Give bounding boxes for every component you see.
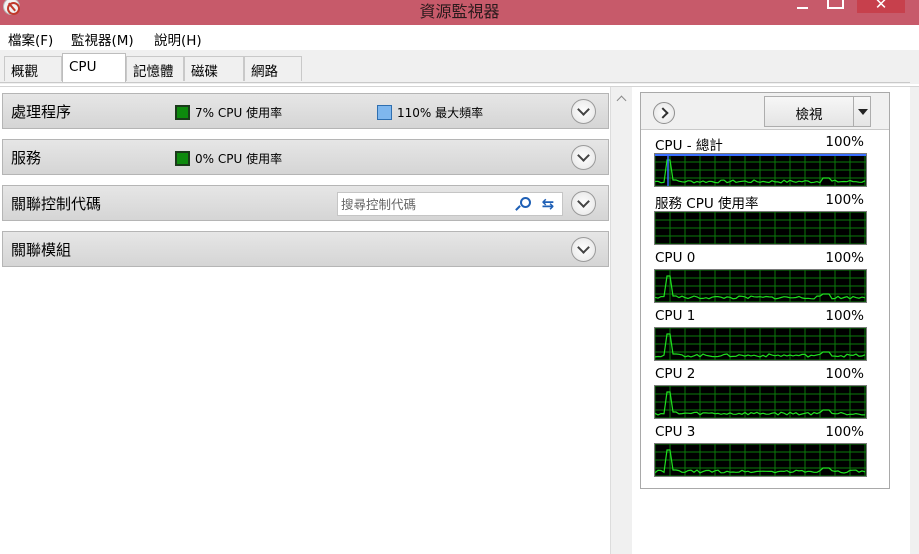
window-title: 資源監視器 — [419, 2, 500, 21]
collapse-graphs-button[interactable] — [653, 102, 675, 124]
menu-file[interactable]: 檔案(F) — [8, 29, 53, 49]
details-scrollbar[interactable] — [610, 87, 632, 554]
cpu-usage-graph — [654, 385, 867, 419]
title-bar: 資源監視器 ✕ — [0, 0, 919, 25]
graph-percent: 100% — [825, 366, 864, 382]
tab-memory[interactable]: 記憶體 — [126, 56, 184, 81]
expand-processes-button[interactable] — [571, 99, 596, 124]
cpu-usage-swatch — [175, 151, 190, 166]
graph-label: CPU 2 — [655, 366, 696, 382]
section-handles[interactable]: 關聯控制代碼 ⇆ — [2, 185, 609, 221]
menu-monitor[interactable]: 監視器(M) — [71, 29, 134, 49]
expand-services-button[interactable] — [571, 145, 596, 170]
section-title: 關聯控制代碼 — [11, 195, 102, 213]
handle-search-input[interactable] — [338, 193, 508, 215]
graph-percent: 100% — [825, 308, 864, 324]
graph-label: 服務 CPU 使用率 — [655, 196, 759, 212]
cpu-usage-swatch — [175, 105, 190, 120]
graph-label: CPU - 總計 — [655, 138, 723, 154]
max-frequency-metric: 110% 最大頻率 — [377, 104, 483, 121]
window-edge — [910, 87, 919, 554]
section-title: 服務 — [11, 149, 42, 167]
search-icon[interactable] — [516, 197, 531, 211]
cpu-usage-graph — [654, 269, 867, 303]
tab-network[interactable]: 網路 — [244, 56, 302, 81]
max-frequency-swatch — [377, 105, 392, 120]
max-frequency-text: 110% 最大頻率 — [397, 106, 484, 120]
cpu-usage-graph — [654, 443, 867, 477]
close-icon: ✕ — [874, 0, 888, 13]
graph-toolbar: 檢視 — [641, 93, 889, 130]
close-button[interactable]: ✕ — [857, 0, 905, 13]
chevron-down-icon[interactable] — [853, 97, 871, 126]
expand-handles-button[interactable] — [571, 191, 596, 216]
tab-cpu[interactable]: CPU — [62, 53, 126, 83]
cpu-usage-graph — [654, 153, 867, 187]
section-processes[interactable]: 處理程序 7% CPU 使用率 110% 最大頻率 — [2, 93, 609, 129]
details-pane: 處理程序 7% CPU 使用率 110% 最大頻率 服務 0% CPU 使用率 … — [0, 87, 612, 554]
graph-label: CPU 0 — [655, 250, 696, 266]
graph-percent: 100% — [825, 192, 864, 208]
tab-disk[interactable]: 磁碟 — [184, 56, 244, 81]
menu-help[interactable]: 說明(H) — [154, 29, 202, 49]
cpu-usage-text: 7% CPU 使用率 — [195, 106, 283, 120]
cpu-usage-graph — [654, 211, 867, 245]
section-title: 處理程序 — [11, 103, 72, 121]
graph-percent: 100% — [825, 250, 864, 266]
menu-bar: 檔案(F) 監視器(M) 說明(H) — [0, 25, 919, 50]
services-cpu-usage-metric: 0% CPU 使用率 — [175, 150, 282, 167]
tab-divider — [0, 82, 910, 83]
expand-modules-button[interactable] — [571, 237, 596, 262]
tab-bar: 概觀 CPU 記憶體 磁碟 網路 — [0, 50, 919, 84]
section-services[interactable]: 服務 0% CPU 使用率 — [2, 139, 609, 175]
section-modules[interactable]: 關聯模組 — [2, 231, 609, 267]
maximize-button[interactable] — [827, 0, 844, 18]
section-title: 關聯模組 — [11, 241, 72, 259]
scroll-up-icon[interactable] — [616, 95, 627, 106]
tab-overview[interactable]: 概觀 — [4, 56, 62, 81]
refresh-icon[interactable]: ⇆ — [538, 195, 558, 213]
graph-percent: 100% — [825, 424, 864, 440]
view-button-label: 檢視 — [795, 107, 823, 123]
minimize-button[interactable] — [797, 0, 811, 18]
handle-search-box: ⇆ — [337, 192, 563, 216]
graph-percent: 100% — [825, 134, 864, 150]
graph-label: CPU 1 — [655, 308, 696, 324]
graph-label: CPU 3 — [655, 424, 696, 440]
cpu-usage-metric: 7% CPU 使用率 — [175, 104, 282, 121]
view-button[interactable]: 檢視 — [764, 96, 871, 127]
services-cpu-usage-text: 0% CPU 使用率 — [195, 152, 283, 166]
graph-panel: 檢視 CPU - 總計 100% 服務 CPU 使用率 100% CPU 0 100% CP… — [640, 92, 890, 489]
cpu-usage-graph — [654, 327, 867, 361]
graph-pane: 檢視 CPU - 總計 100% 服務 CPU 使用率 100% CPU 0 100% CP… — [632, 87, 919, 554]
